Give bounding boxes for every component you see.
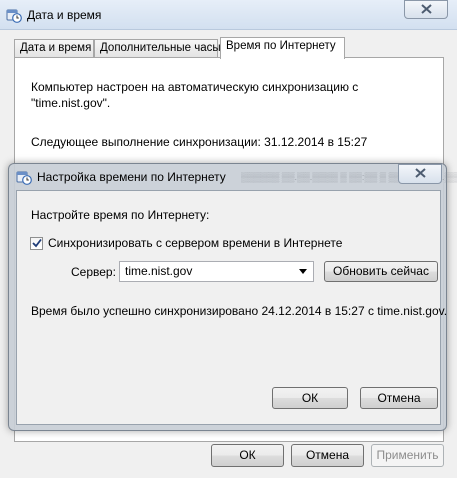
tab-label: Время по Интернету: [226, 40, 336, 52]
internet-time-settings-dialog: Настройка времени по Интернету ▒▒▒▒▒▒ ▒▒…: [8, 163, 457, 431]
sync-status-text: Время было успешно синхронизировано 24.1…: [31, 304, 448, 318]
dialog-titlebar: Настройка времени по Интернету ▒▒▒▒▒▒ ▒▒…: [9, 164, 457, 190]
dialog-body: Настройте время по Интернету: Синхронизи…: [16, 190, 447, 425]
apply-button[interactable]: Применить: [371, 444, 444, 467]
close-icon: [420, 3, 432, 17]
chevron-down-icon[interactable]: [296, 262, 310, 281]
dialog-close-button[interactable]: [398, 164, 442, 184]
ok-button[interactable]: ОК: [211, 444, 284, 467]
close-icon: [414, 167, 426, 181]
cancel-button[interactable]: Отмена: [291, 444, 364, 467]
window-titlebar: Дата и время: [0, 0, 457, 30]
tab-date-time[interactable]: Дата и время: [14, 39, 94, 58]
sync-checkbox-label[interactable]: Синхронизировать с сервером времени в Ин…: [48, 236, 342, 251]
dialog-heading: Настройте время по Интернету:: [31, 208, 210, 222]
dialog-cancel-button[interactable]: Отмена: [360, 387, 438, 409]
next-sync-text: Следующее выполнение синхронизации: 31.1…: [31, 135, 368, 149]
sync-checkbox[interactable]: [30, 237, 43, 250]
tab-additional-clocks[interactable]: Дополнительные часы: [94, 39, 221, 58]
server-combobox[interactable]: time.nist.gov: [119, 261, 314, 282]
tab-label: Дата и время: [20, 42, 92, 54]
tab-internet-time[interactable]: Время по Интернету: [220, 37, 345, 59]
date-time-icon: [16, 169, 32, 185]
dialog-title: Настройка времени по Интернету: [37, 170, 226, 184]
server-value: time.nist.gov: [125, 264, 193, 278]
window-close-button[interactable]: [404, 0, 448, 19]
tab-label: Дополнительные часы: [100, 42, 221, 54]
window-title: Дата и время: [27, 8, 102, 22]
date-time-icon: [6, 7, 22, 23]
dialog-ok-button[interactable]: ОК: [272, 387, 348, 409]
update-now-button[interactable]: Обновить сейчас: [324, 261, 438, 282]
sync-info-text: Компьютер настроен на автоматическую син…: [31, 80, 359, 110]
server-label: Сервер:: [71, 265, 116, 279]
checkmark-icon: [31, 237, 42, 251]
